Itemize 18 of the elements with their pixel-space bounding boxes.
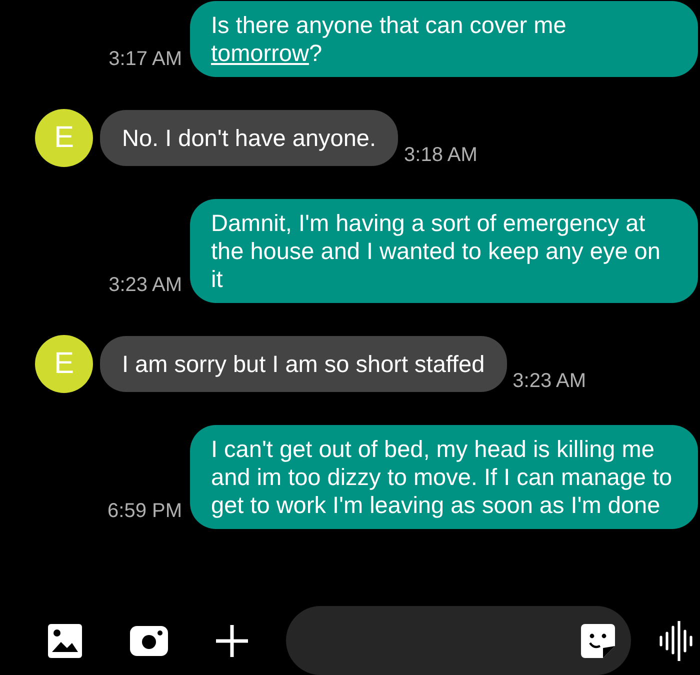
message-text: Is there anyone that can cover me tomorrow? (211, 11, 568, 67)
timestamp: 6:59 PM (108, 500, 182, 523)
gallery-icon[interactable] (48, 624, 82, 658)
timestamp: 3:18 AM (404, 144, 478, 167)
message-text: Damnit, I'm having a sort of emergency at the house and I wanted to keep any eye on it (211, 209, 662, 293)
camera-icon[interactable] (130, 626, 168, 656)
sticker-icon[interactable] (581, 624, 615, 658)
date-link[interactable]: tomorrow (211, 40, 309, 66)
message-text: I can't get out of bed, my head is killing me and im too dizzy to move. If I can manage to get to work I'm leaving as soon as I'm done (211, 435, 674, 519)
voice-wave-icon[interactable] (659, 620, 693, 660)
message-text: No. I don't have anyone. (122, 124, 376, 152)
timestamp: 3:17 AM (108, 48, 182, 71)
timestamp: 3:23 AM (108, 274, 182, 297)
message-text: I am sorry but I am so short staffed (122, 350, 485, 378)
contact-avatar: E (35, 109, 93, 167)
contact-avatar: E (35, 335, 93, 393)
plus-icon[interactable] (216, 624, 248, 656)
timestamp: 3:23 AM (512, 370, 586, 393)
